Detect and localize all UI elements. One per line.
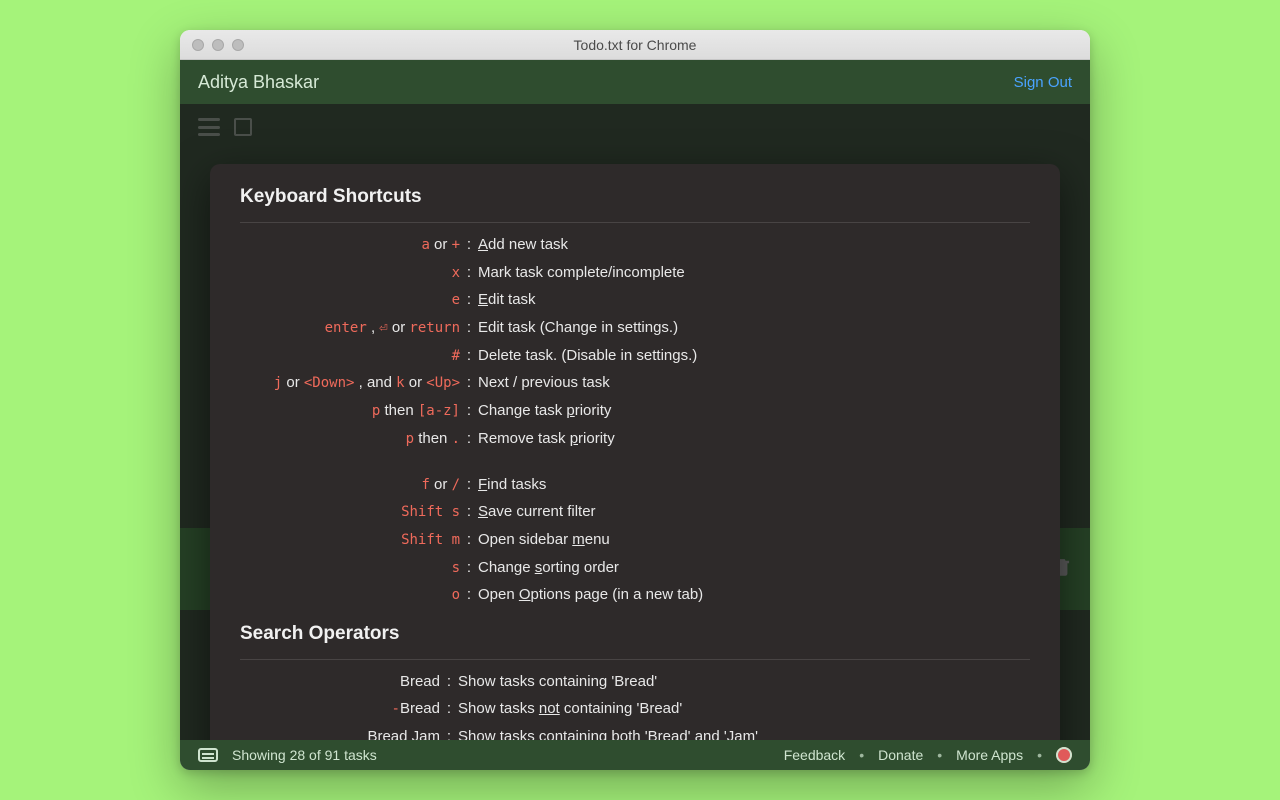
shortcut-desc: Show tasks not containing 'Bread' [458, 697, 1030, 721]
window-title: Todo.txt for Chrome [180, 37, 1090, 53]
shortcut-keys: x [240, 261, 460, 285]
shortcut-desc: Edit task (Change in settings.) [478, 316, 1030, 340]
shortcut-desc: Next / previous task [478, 371, 1030, 395]
shortcuts-modal: Keyboard Shortcuts a or +:Add new taskx:… [210, 164, 1060, 740]
app-window: Todo.txt for Chrome Aditya Bhaskar Sign … [180, 30, 1090, 770]
app-header: Aditya Bhaskar Sign Out [180, 60, 1090, 104]
shortcut-keys: -Bread [240, 697, 440, 721]
zoom-dot-icon[interactable] [232, 39, 244, 51]
close-dot-icon[interactable] [192, 39, 204, 51]
shortcut-desc: Mark task complete/incomplete [478, 261, 1030, 285]
titlebar: Todo.txt for Chrome [180, 30, 1090, 60]
keyboard-icon[interactable] [198, 748, 218, 762]
more-apps-link[interactable]: More Apps [956, 747, 1023, 763]
status-count: Showing 28 of 91 tasks [232, 747, 377, 763]
separator: • [937, 747, 942, 763]
shortcut-colon: : [460, 583, 478, 607]
shortcut-colon: : [460, 288, 478, 312]
feedback-link[interactable]: Feedback [784, 747, 845, 763]
sign-out-link[interactable]: Sign Out [1014, 74, 1072, 91]
divider [240, 222, 1030, 223]
shortcut-desc: Edit task [478, 288, 1030, 312]
shortcut-colon: : [440, 670, 458, 693]
shortcut-keys: s [240, 556, 460, 580]
shortcut-colon: : [460, 399, 478, 423]
app-body: Keyboard Shortcuts a or +:Add new taskx:… [180, 104, 1090, 740]
shortcut-keys: e [240, 288, 460, 312]
shortcut-desc: Remove task priority [478, 427, 1030, 451]
divider [240, 659, 1030, 660]
shortcut-desc: Find tasks [478, 473, 1030, 497]
shortcut-keys: Bread Jam [240, 725, 440, 740]
shortcut-desc: Show tasks containing 'Bread' [458, 670, 1030, 693]
shortcut-colon: : [460, 528, 478, 552]
shortcut-desc: Open sidebar menu [478, 528, 1030, 552]
shortcut-keys: Shift m [240, 528, 460, 552]
status-bar: Showing 28 of 91 tasks Feedback • Donate… [180, 740, 1090, 770]
shortcut-desc: Open Options page (in a new tab) [478, 583, 1030, 607]
shortcut-keys: Shift s [240, 500, 460, 524]
shortcuts-table: a or +:Add new taskx:Mark task complete/… [240, 233, 1030, 607]
shortcut-colon: : [460, 233, 478, 257]
shortcut-desc: Show tasks containing both 'Bread' and '… [458, 725, 1030, 740]
shortcut-colon: : [460, 556, 478, 580]
shortcuts-heading: Keyboard Shortcuts [240, 186, 1030, 208]
shortcut-colon: : [460, 371, 478, 395]
shortcut-keys: p then . [240, 427, 460, 451]
shortcut-desc: Change sorting order [478, 556, 1030, 580]
record-icon[interactable] [1056, 747, 1072, 763]
shortcut-keys: enter , ⏎ or return [240, 316, 460, 340]
user-name: Aditya Bhaskar [198, 72, 319, 93]
shortcut-keys: # [240, 344, 460, 368]
shortcut-colon: : [460, 344, 478, 368]
shortcut-keys: f or / [240, 473, 460, 497]
minimize-dot-icon[interactable] [212, 39, 224, 51]
shortcut-desc: Change task priority [478, 399, 1030, 423]
search-ops-heading: Search Operators [240, 623, 1030, 645]
shortcut-colon: : [460, 261, 478, 285]
shortcut-colon: : [460, 316, 478, 340]
shortcut-colon: : [460, 427, 478, 451]
separator: • [859, 747, 864, 763]
separator: • [1037, 747, 1042, 763]
shortcut-keys: j or <Down> , and k or <Up> [240, 371, 460, 395]
shortcut-keys: a or + [240, 233, 460, 257]
shortcut-keys: p then [a-z] [240, 399, 460, 423]
shortcut-colon: : [440, 725, 458, 740]
search-ops-table: Bread:Show tasks containing 'Bread'-Brea… [240, 670, 1030, 740]
shortcut-colon: : [440, 697, 458, 721]
shortcut-desc: Delete task. (Disable in settings.) [478, 344, 1030, 368]
shortcut-colon: : [460, 500, 478, 524]
window-controls[interactable] [192, 39, 244, 51]
shortcut-keys: Bread [240, 670, 440, 693]
shortcut-keys: o [240, 583, 460, 607]
shortcut-desc: Save current filter [478, 500, 1030, 524]
shortcut-colon: : [460, 473, 478, 497]
donate-link[interactable]: Donate [878, 747, 923, 763]
shortcut-desc: Add new task [478, 233, 1030, 257]
